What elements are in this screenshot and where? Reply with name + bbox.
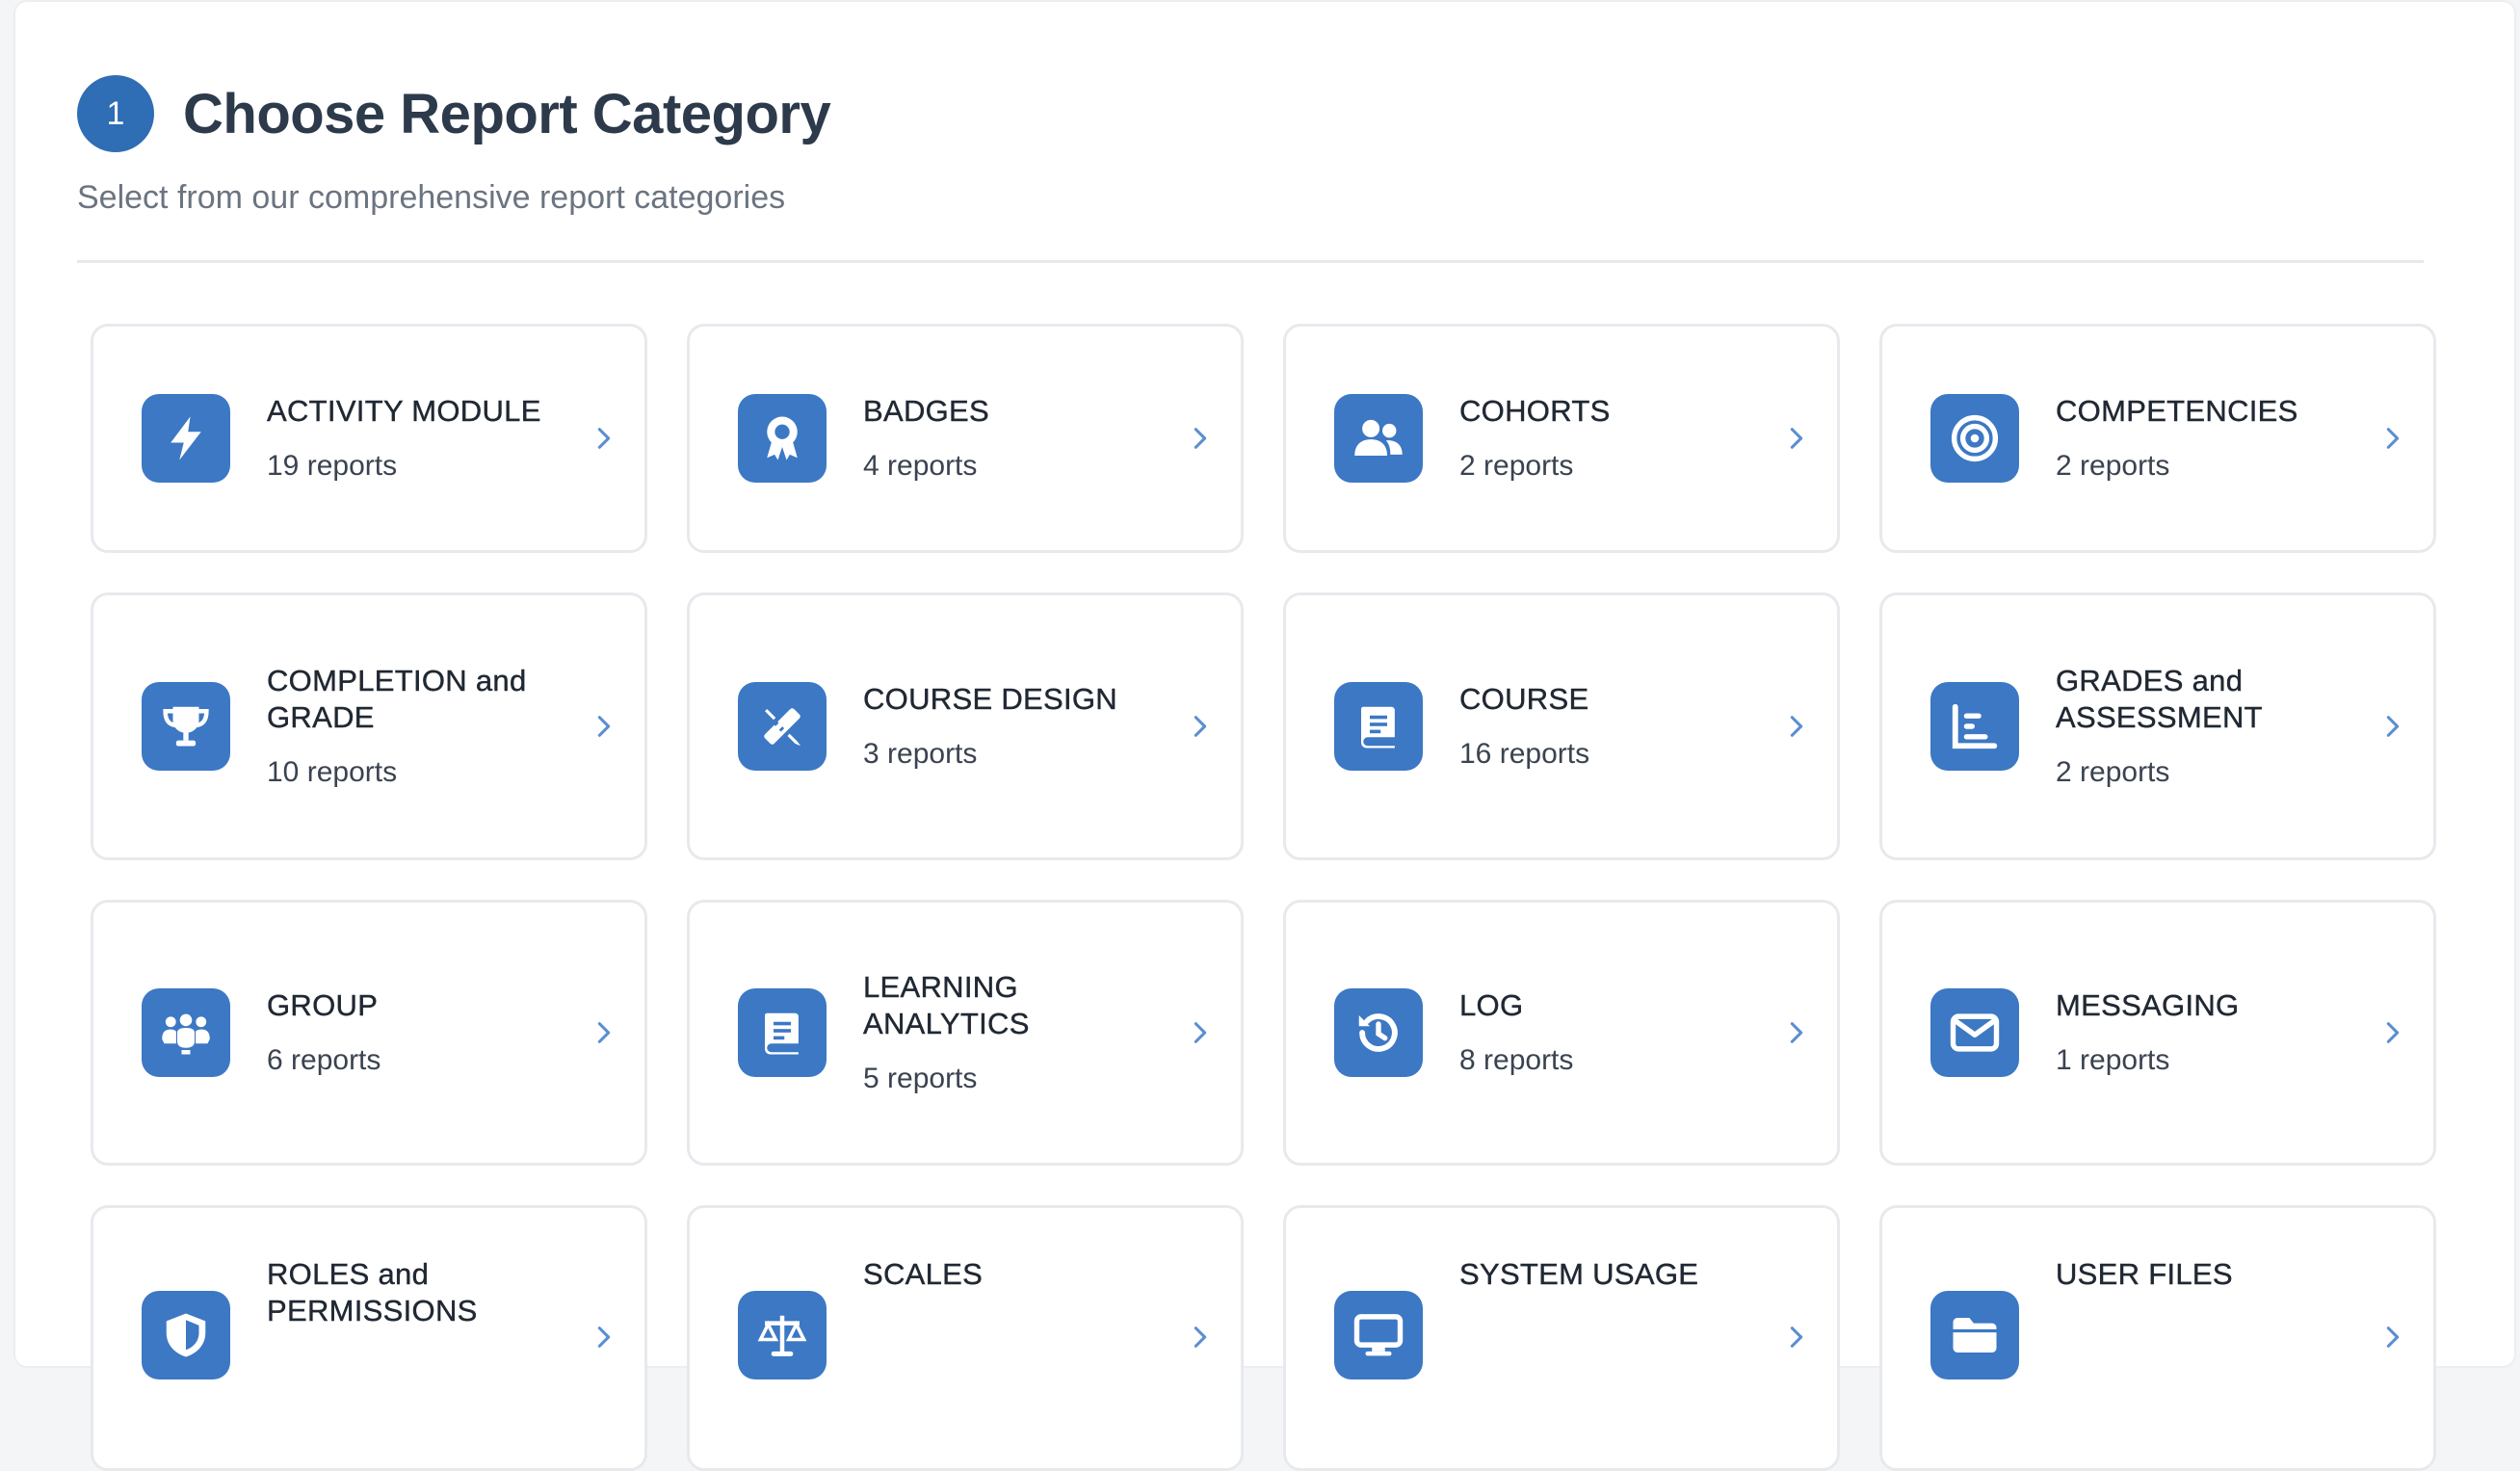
category-card-course[interactable]: COURSE 16 reports — [1283, 592, 1840, 860]
category-text: SCALES — [863, 1256, 1154, 1312]
page-title: Choose Report Category — [183, 82, 831, 145]
scale-icon — [738, 1291, 827, 1379]
category-text: ROLES and PERMISSIONS — [267, 1256, 558, 1349]
category-text: LOG 8 reports — [1459, 987, 1750, 1078]
category-text: MESSAGING 1 reports — [2056, 987, 2347, 1078]
category-report-count: 5 reports — [863, 1063, 978, 1094]
category-text: COURSE 16 reports — [1459, 681, 1750, 772]
target-icon — [1930, 394, 2019, 483]
category-name: SYSTEM USAGE — [1459, 1257, 1699, 1291]
category-text: LEARNING ANALYTICS 5 reports — [863, 969, 1154, 1096]
chevron-right-icon — [1783, 1019, 1810, 1046]
category-name: ACTIVITY MODULE — [267, 394, 541, 428]
pencil-ruler-icon — [738, 682, 827, 771]
category-text: USER FILES — [2056, 1256, 2347, 1312]
category-name: LEARNING ANALYTICS — [863, 970, 1030, 1040]
category-report-count: 2 reports — [2056, 756, 2170, 788]
chevron-right-icon — [1187, 1019, 1214, 1046]
chart-icon — [1930, 682, 2019, 771]
chevron-right-icon — [1187, 425, 1214, 452]
category-card-scales[interactable]: SCALES — [687, 1205, 1244, 1471]
category-name: COURSE DESIGN — [863, 682, 1117, 716]
category-report-count: 6 reports — [267, 1044, 381, 1076]
category-name: GRADES and ASSESSMENT — [2056, 664, 2263, 734]
category-report-count: 19 reports — [267, 450, 398, 482]
category-card-cohorts[interactable]: COHORTS 2 reports — [1283, 324, 1840, 553]
category-card-activity-module[interactable]: ACTIVITY MODULE 19 reports — [91, 324, 647, 553]
history-icon — [1334, 988, 1423, 1077]
category-name: BADGES — [863, 394, 990, 428]
category-card-completion-and-grade[interactable]: COMPLETION and GRADE 10 reports — [91, 592, 647, 860]
chevron-right-icon — [1783, 1324, 1810, 1351]
users-icon — [1334, 394, 1423, 483]
category-card-log[interactable]: LOG 8 reports — [1283, 900, 1840, 1166]
category-name: ROLES and PERMISSIONS — [267, 1257, 478, 1327]
category-report-count: 2 reports — [1459, 450, 1574, 482]
chevron-right-icon — [2379, 1019, 2406, 1046]
category-name: COHORTS — [1459, 394, 1611, 428]
category-name: USER FILES — [2056, 1257, 2233, 1291]
category-text: ACTIVITY MODULE 19 reports — [267, 393, 558, 484]
category-text: GROUP 6 reports — [267, 987, 558, 1078]
monitor-icon — [1334, 1291, 1423, 1379]
category-name: SCALES — [863, 1257, 984, 1291]
chevron-right-icon — [1783, 713, 1810, 740]
book-icon — [738, 988, 827, 1077]
bolt-icon — [142, 394, 230, 483]
shield-icon — [142, 1291, 230, 1379]
header-divider — [77, 260, 2424, 263]
chevron-right-icon — [2379, 425, 2406, 452]
category-name: COMPLETION and GRADE — [267, 664, 527, 734]
book-icon — [1334, 682, 1423, 771]
category-card-group[interactable]: GROUP 6 reports — [91, 900, 647, 1166]
category-card-course-design[interactable]: COURSE DESIGN 3 reports — [687, 592, 1244, 860]
chevron-right-icon — [1187, 713, 1214, 740]
chevron-right-icon — [2379, 1324, 2406, 1351]
category-text: COMPETENCIES 2 reports — [2056, 393, 2347, 484]
category-report-count: 16 reports — [1459, 738, 1590, 770]
award-icon — [738, 394, 827, 483]
folder-icon — [1930, 1291, 2019, 1379]
category-report-count: 10 reports — [267, 756, 398, 788]
group-icon — [142, 988, 230, 1077]
page-subtitle: Select from our comprehensive report cat… — [77, 179, 786, 216]
category-text: GRADES and ASSESSMENT 2 reports — [2056, 663, 2347, 790]
category-name: LOG — [1459, 988, 1524, 1022]
category-text: BADGES 4 reports — [863, 393, 1154, 484]
chevron-right-icon — [591, 1019, 617, 1046]
category-name: GROUP — [267, 988, 379, 1022]
category-card-messaging[interactable]: MESSAGING 1 reports — [1879, 900, 2436, 1166]
category-text: COURSE DESIGN 3 reports — [863, 681, 1154, 772]
category-name: MESSAGING — [2056, 988, 2240, 1022]
category-report-count: 4 reports — [863, 450, 978, 482]
category-report-count: 1 reports — [2056, 1044, 2170, 1076]
category-card-competencies[interactable]: COMPETENCIES 2 reports — [1879, 324, 2436, 553]
step-number-badge: 1 — [77, 75, 154, 152]
envelope-icon — [1930, 988, 2019, 1077]
chevron-right-icon — [1783, 425, 1810, 452]
chevron-right-icon — [591, 425, 617, 452]
chevron-right-icon — [2379, 713, 2406, 740]
category-card-badges[interactable]: BADGES 4 reports — [687, 324, 1244, 553]
chevron-right-icon — [591, 1324, 617, 1351]
category-name: COURSE — [1459, 682, 1589, 716]
trophy-icon — [142, 682, 230, 771]
category-card-learning-analytics[interactable]: LEARNING ANALYTICS 5 reports — [687, 900, 1244, 1166]
category-card-user-files[interactable]: USER FILES — [1879, 1205, 2436, 1471]
category-text: SYSTEM USAGE — [1459, 1256, 1750, 1312]
category-text: COMPLETION and GRADE 10 reports — [267, 663, 558, 790]
category-report-count: 8 reports — [1459, 1044, 1574, 1076]
category-report-count: 3 reports — [863, 738, 978, 770]
category-card-grades-and-assessment[interactable]: GRADES and ASSESSMENT 2 reports — [1879, 592, 2436, 860]
category-report-count: 2 reports — [2056, 450, 2170, 482]
category-name: COMPETENCIES — [2056, 394, 2298, 428]
category-card-roles-and-permissions[interactable]: ROLES and PERMISSIONS — [91, 1205, 647, 1471]
category-card-system-usage[interactable]: SYSTEM USAGE — [1283, 1205, 1840, 1471]
chevron-right-icon — [1187, 1324, 1214, 1351]
chevron-right-icon — [591, 713, 617, 740]
category-text: COHORTS 2 reports — [1459, 393, 1750, 484]
section-header: 1 Choose Report Category — [77, 75, 831, 152]
